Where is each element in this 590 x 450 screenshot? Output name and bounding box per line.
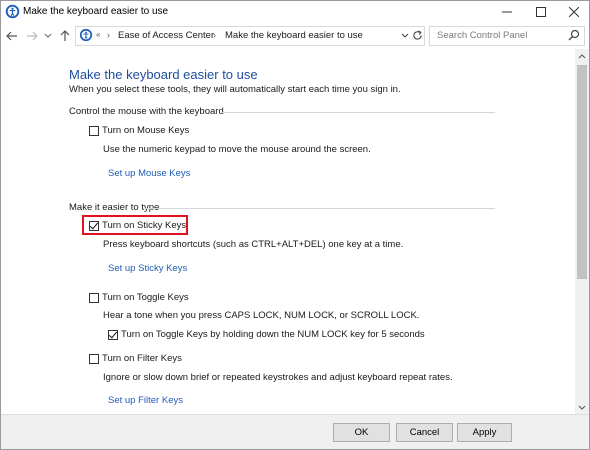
recent-locations-button[interactable] [43,27,53,45]
scroll-thumb[interactable] [577,65,587,279]
sticky-keys-label[interactable]: Turn on Sticky Keys [102,220,186,231]
set-up-mouse-keys-link[interactable]: Set up Mouse Keys [108,168,190,179]
chevron-down-icon [44,33,52,38]
section-heading-mouse: Control the mouse with the keyboard [69,106,224,117]
toggle-keys-checkbox[interactable] [89,292,99,303]
back-arrow-icon [6,31,17,41]
dialog-footer: OK Cancel Apply [1,414,589,449]
window-title: Make the keyboard easier to use [23,6,169,17]
set-up-filter-keys-link[interactable]: Set up Filter Keys [108,395,183,406]
toggle-keys-hold-label[interactable]: Turn on Toggle Keys by holding down the … [121,329,425,340]
control-panel-icon [79,28,93,42]
forward-arrow-icon [27,31,38,41]
up-arrow-icon [60,30,70,41]
toggle-keys-hold-checkbox[interactable] [108,329,118,340]
title-bar: Make the keyboard easier to use [1,1,589,23]
breadcrumb-separator-icon[interactable]: › [213,30,216,40]
minimize-icon [502,11,512,13]
search-icon[interactable] [568,29,580,41]
up-button[interactable] [57,27,73,45]
chevron-up-icon [578,53,586,58]
ease-of-access-icon [5,4,20,19]
refresh-icon [412,29,422,40]
maximize-icon [536,7,546,17]
filter-keys-label[interactable]: Turn on Filter Keys [102,353,182,364]
search-placeholder: Search Control Panel [437,30,528,41]
set-up-sticky-keys-link[interactable]: Set up Sticky Keys [108,263,187,274]
breadcrumb-current[interactable]: Make the keyboard easier to use [225,30,363,41]
mouse-keys-checkbox-row[interactable]: Turn on Mouse Keys [89,125,189,136]
section-divider [221,112,495,113]
back-button[interactable] [4,27,20,45]
sticky-keys-checkbox[interactable] [89,220,99,231]
mouse-keys-description: Use the numeric keypad to move the mouse… [103,144,371,155]
section-divider [143,208,495,209]
vertical-scrollbar[interactable] [575,49,589,414]
breadcrumb-ease-of-access[interactable]: Ease of Access Center [118,30,214,41]
control-panel-window: Make the keyboard easier to use « › Ease… [0,0,590,450]
close-button[interactable] [554,1,589,23]
refresh-button[interactable] [409,26,425,44]
toggle-keys-label[interactable]: Turn on Toggle Keys [102,292,189,303]
chevron-down-icon [401,33,409,38]
breadcrumb-separator-icon[interactable]: › [107,30,110,40]
navigation-bar: « › Ease of Access Center › Make the key… [1,23,589,49]
forward-button[interactable] [24,27,40,45]
mouse-keys-label[interactable]: Turn on Mouse Keys [102,125,189,136]
toggle-keys-description: Hear a tone when you press CAPS LOCK, NU… [103,310,420,321]
filter-keys-description: Ignore or slow down brief or repeated ke… [103,372,453,383]
page-subtitle: When you select these tools, they will a… [69,84,401,95]
mouse-keys-checkbox[interactable] [89,125,99,136]
toggle-keys-checkbox-row[interactable]: Turn on Toggle Keys [89,292,189,303]
sticky-keys-description: Press keyboard shortcuts (such as CTRL+A… [103,239,404,250]
scroll-up-button[interactable] [575,49,589,63]
close-icon [569,7,579,17]
cancel-button[interactable]: Cancel [396,423,453,442]
apply-button[interactable]: Apply [457,423,512,442]
main-content: Make the keyboard easier to use When you… [1,49,575,414]
filter-keys-checkbox[interactable] [89,353,99,364]
chevron-down-icon [578,405,586,410]
sticky-keys-checkbox-row[interactable]: Turn on Sticky Keys [89,220,186,231]
toggle-keys-hold-checkbox-row[interactable]: Turn on Toggle Keys by holding down the … [108,329,425,340]
address-bar[interactable]: « › Ease of Access Center › Make the key… [75,26,425,46]
search-box[interactable]: Search Control Panel [429,26,585,46]
page-title: Make the keyboard easier to use [69,67,258,82]
filter-keys-checkbox-row[interactable]: Turn on Filter Keys [89,353,182,364]
ok-button[interactable]: OK [333,423,390,442]
breadcrumb-overflow[interactable]: « [96,30,100,39]
scroll-down-button[interactable] [575,400,589,414]
